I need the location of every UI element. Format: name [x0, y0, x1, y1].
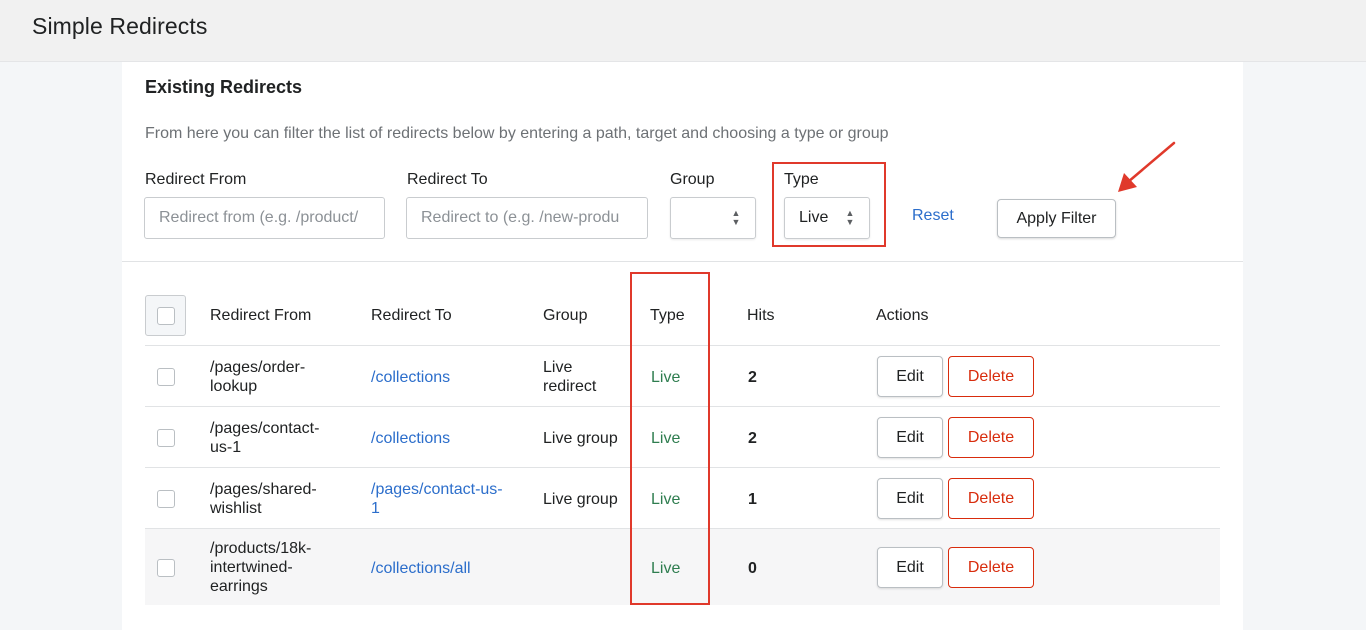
- select-all-wrapper[interactable]: [145, 295, 186, 336]
- row-hits: 2: [748, 369, 757, 386]
- redirect-from-label: Redirect From: [145, 171, 247, 188]
- delete-button[interactable]: Delete: [948, 417, 1034, 458]
- row-redirect-from-line: /pages/order-: [210, 359, 306, 376]
- row-redirect-from-line: us-1: [210, 439, 242, 456]
- type-select[interactable]: Live ▲ ▼: [784, 197, 870, 239]
- app-header: Simple Redirects: [0, 0, 1366, 62]
- row-hits: 1: [748, 491, 757, 508]
- row-checkbox[interactable]: [157, 368, 175, 386]
- redirect-from-input[interactable]: [144, 197, 385, 239]
- row-redirect-from-line: /pages/contact-: [210, 420, 320, 437]
- edit-button[interactable]: Edit: [877, 356, 943, 397]
- column-header-hits: Hits: [747, 307, 775, 324]
- redirect-to-label: Redirect To: [407, 171, 488, 188]
- row-checkbox[interactable]: [157, 559, 175, 577]
- column-header-redirect-to: Redirect To: [371, 307, 452, 324]
- column-header-actions: Actions: [876, 307, 929, 324]
- edit-button[interactable]: Edit: [877, 478, 943, 519]
- row-redirect-to-line: 1: [371, 500, 380, 517]
- row-redirect-from: /products/18k- intertwined- earrings: [210, 539, 311, 596]
- row-redirect-from-line: earrings: [210, 578, 268, 595]
- row-checkbox[interactable]: [157, 490, 175, 508]
- delete-button[interactable]: Delete: [948, 356, 1034, 397]
- row-redirect-to-link[interactable]: /collections: [371, 429, 450, 448]
- row-redirect-to-link[interactable]: /collections/all: [371, 559, 471, 578]
- select-chevron-icon: ▲ ▼: [845, 208, 855, 227]
- app-title: Simple Redirects: [32, 13, 208, 39]
- row-group: Live group: [543, 430, 618, 447]
- row-group: Live redirect: [543, 358, 596, 396]
- edit-button[interactable]: Edit: [877, 547, 943, 588]
- section-divider: [122, 261, 1243, 262]
- row-hits: 0: [748, 560, 757, 577]
- row-redirect-from-line: /products/18k-: [210, 540, 312, 557]
- delete-button[interactable]: Delete: [948, 547, 1034, 588]
- type-column-highlight: [630, 272, 710, 605]
- row-group: Live group: [543, 491, 618, 508]
- column-header-group: Group: [543, 307, 588, 324]
- group-select[interactable]: ▲ ▼: [670, 197, 756, 239]
- row-redirect-from: /pages/order- lookup: [210, 358, 305, 396]
- row-checkbox[interactable]: [157, 429, 175, 447]
- card-description: From here you can filter the list of red…: [145, 125, 889, 142]
- edit-button[interactable]: Edit: [877, 417, 943, 458]
- apply-filter-button[interactable]: Apply Filter: [997, 199, 1116, 238]
- row-group-line: Live: [543, 359, 573, 376]
- row-redirect-to-link[interactable]: /collections: [371, 368, 450, 387]
- redirects-card: Existing Redirects From here you can fil…: [122, 62, 1243, 630]
- row-group-line: redirect: [543, 378, 597, 395]
- type-select-value: Live: [799, 209, 829, 226]
- row-redirect-from-line: lookup: [210, 378, 258, 395]
- row-hits: 2: [748, 430, 757, 447]
- select-chevron-icon: ▲ ▼: [731, 208, 741, 227]
- row-redirect-from-line: intertwined-: [210, 559, 293, 576]
- delete-button[interactable]: Delete: [948, 478, 1034, 519]
- row-redirect-to-link[interactable]: /pages/contact-us- 1: [371, 480, 503, 518]
- row-redirect-from-line: /pages/shared-: [210, 481, 317, 498]
- column-header-redirect-from: Redirect From: [210, 307, 312, 324]
- row-redirect-from-line: wishlist: [210, 500, 262, 517]
- type-label: Type: [784, 171, 819, 188]
- reset-link[interactable]: Reset: [912, 207, 954, 225]
- card-title: Existing Redirects: [145, 77, 303, 97]
- row-redirect-to-line: /pages/contact-us-: [371, 481, 503, 498]
- redirect-to-input[interactable]: [406, 197, 648, 239]
- annotation-arrow-icon: [1118, 141, 1176, 192]
- select-all-checkbox[interactable]: [157, 307, 175, 325]
- group-label: Group: [670, 171, 715, 188]
- row-redirect-from: /pages/contact- us-1: [210, 419, 319, 457]
- row-redirect-from: /pages/shared- wishlist: [210, 480, 317, 518]
